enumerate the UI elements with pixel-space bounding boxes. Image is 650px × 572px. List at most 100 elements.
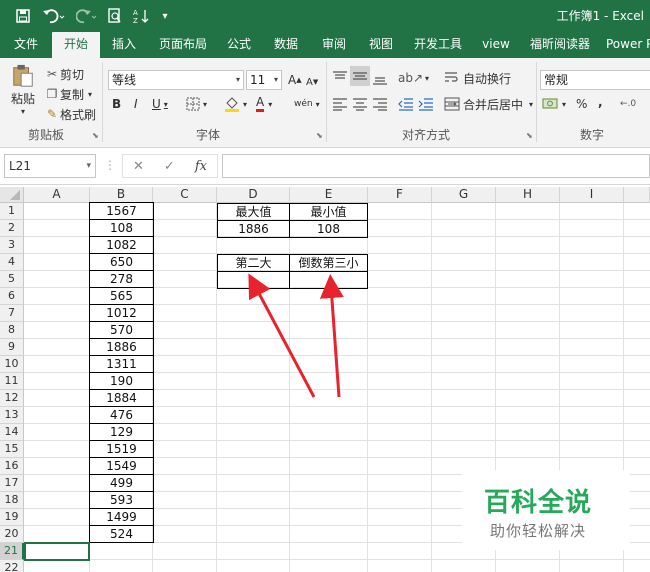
row-header-3[interactable]: 3 xyxy=(0,237,24,254)
align-bottom-button[interactable] xyxy=(372,68,388,88)
number-format-select[interactable]: 常规 xyxy=(540,70,650,90)
data-cell-b13[interactable]: 476 xyxy=(89,406,154,424)
row-header-8[interactable]: 8 xyxy=(0,322,24,339)
fill-color-button[interactable]: ▾ xyxy=(224,94,247,114)
row-header-7[interactable]: 7 xyxy=(0,305,24,322)
row-header-9[interactable]: 9 xyxy=(0,339,24,356)
row-header-16[interactable]: 16 xyxy=(0,458,24,475)
cancel-icon[interactable]: ✕ xyxy=(133,159,144,174)
tab-foxit-reader[interactable]: 福昕阅读器 xyxy=(524,32,596,58)
data-cell-b6[interactable]: 565 xyxy=(89,287,154,305)
tab-view[interactable]: 视图 xyxy=(362,32,400,58)
column-header-g[interactable]: G xyxy=(432,187,496,203)
max-label-cell[interactable]: 最大值 xyxy=(217,203,290,221)
row-header-22[interactable]: 22 xyxy=(0,560,24,572)
customize-icon[interactable]: ▾ xyxy=(158,6,172,26)
align-top-button[interactable] xyxy=(332,68,348,88)
row-header-2[interactable]: 2 xyxy=(0,220,24,237)
data-cell-b17[interactable]: 499 xyxy=(89,474,154,492)
third-smallest-value-cell[interactable] xyxy=(289,271,368,289)
increase-font-size-button[interactable]: A ▲ xyxy=(288,70,302,90)
alignment-launcher-icon[interactable]: ⬊ xyxy=(526,131,533,140)
align-center-button[interactable] xyxy=(352,94,368,114)
font-size-select[interactable]: 11 ▾ xyxy=(246,70,282,90)
column-header-partial[interactable] xyxy=(624,187,650,203)
max-value-cell[interactable]: 1886 xyxy=(217,220,290,238)
data-cell-b11[interactable]: 190 xyxy=(89,372,154,390)
name-box[interactable]: L21 ▾ xyxy=(4,154,96,178)
cut-button[interactable]: ✂ 剪切 xyxy=(44,64,84,84)
data-cell-b7[interactable]: 1012 xyxy=(89,304,154,322)
third-smallest-label-cell[interactable]: 倒数第三小 xyxy=(289,254,368,272)
data-cell-b10[interactable]: 1311 xyxy=(89,355,154,373)
data-cell-b4[interactable]: 650 xyxy=(89,253,154,271)
column-header-e[interactable]: E xyxy=(290,187,368,203)
tab-page-layout[interactable]: 页面布局 xyxy=(152,32,214,58)
data-cell-b16[interactable]: 1549 xyxy=(89,457,154,475)
row-header-20[interactable]: 20 xyxy=(0,526,24,543)
tab-power-pivot[interactable]: Power P xyxy=(606,32,650,58)
print-preview-icon[interactable] xyxy=(106,6,124,26)
column-header-d[interactable]: D xyxy=(217,187,290,203)
data-cell-b12[interactable]: 1884 xyxy=(89,389,154,407)
column-header-b[interactable]: B xyxy=(90,187,153,203)
comma-style-button[interactable]: , xyxy=(598,92,603,112)
tab-view-en[interactable]: view xyxy=(478,32,514,58)
row-header-12[interactable]: 12 xyxy=(0,390,24,407)
font-name-select[interactable]: 等线 ▾ xyxy=(108,70,244,90)
borders-button[interactable]: ▾ xyxy=(186,94,207,114)
data-cell-b5[interactable]: 278 xyxy=(89,270,154,288)
data-cell-b2[interactable]: 108 xyxy=(89,219,154,237)
tab-home[interactable]: 开始 xyxy=(52,32,100,58)
column-header-i[interactable]: I xyxy=(560,187,624,203)
row-header-17[interactable]: 17 xyxy=(0,475,24,492)
align-middle-button[interactable] xyxy=(350,66,370,86)
bold-button[interactable]: B xyxy=(112,94,121,114)
tab-developer[interactable]: 开发工具 xyxy=(410,32,466,58)
row-header-10[interactable]: 10 xyxy=(0,356,24,373)
min-label-cell[interactable]: 最小值 xyxy=(289,203,368,221)
insert-function-icon[interactable]: fx xyxy=(195,159,207,174)
paste-button[interactable]: 粘贴 ▾ xyxy=(8,64,38,116)
data-cell-b14[interactable]: 129 xyxy=(89,423,154,441)
select-all-corner[interactable] xyxy=(0,187,24,203)
wrap-text-button[interactable]: 自动换行 xyxy=(444,68,511,88)
row-header-14[interactable]: 14 xyxy=(0,424,24,441)
row-header-11[interactable]: 11 xyxy=(0,373,24,390)
data-cell-b15[interactable]: 1519 xyxy=(89,440,154,458)
italic-button[interactable]: I xyxy=(134,94,138,114)
data-cell-b8[interactable]: 570 xyxy=(89,321,154,339)
data-cell-b9[interactable]: 1886 xyxy=(89,338,154,356)
active-cell-highlight[interactable] xyxy=(24,542,90,561)
merge-center-button[interactable]: 合并后居中 ▾ xyxy=(444,94,533,114)
sort-icon[interactable]: AZ xyxy=(132,6,150,26)
align-left-button[interactable] xyxy=(332,94,348,114)
column-header-a[interactable]: A xyxy=(24,187,90,203)
row-header-1[interactable]: 1 xyxy=(0,203,24,220)
row-header-19[interactable]: 19 xyxy=(0,509,24,526)
min-value-cell[interactable]: 108 xyxy=(289,220,368,238)
row-header-21[interactable]: 21 xyxy=(0,543,24,560)
percent-style-button[interactable]: % xyxy=(576,94,587,114)
enter-icon[interactable]: ✓ xyxy=(164,159,175,174)
undo-icon[interactable] xyxy=(40,6,68,26)
name-box-dropdown-icon[interactable]: ▾ xyxy=(86,155,91,177)
decrease-indent-button[interactable] xyxy=(398,94,414,114)
copy-button[interactable]: ❐ 复制 ▾ xyxy=(44,84,92,104)
format-painter-button[interactable]: ✎ 格式刷 xyxy=(44,104,96,124)
dialog-launcher-icon[interactable]: ⬊ xyxy=(92,131,99,140)
data-cell-b1[interactable]: 1567 xyxy=(89,202,154,220)
data-cell-b3[interactable]: 1082 xyxy=(89,236,154,254)
column-header-c[interactable]: C xyxy=(153,187,217,203)
row-header-4[interactable]: 4 xyxy=(0,254,24,271)
increase-decimal-icon[interactable]: ←.0 xyxy=(620,94,636,114)
save-icon[interactable] xyxy=(14,6,32,26)
orientation-button[interactable]: ab↗ ▾ xyxy=(398,68,429,88)
font-color-button[interactable]: A ▾ xyxy=(256,94,272,114)
redo-icon[interactable] xyxy=(74,6,100,26)
phonetic-guide-button[interactable]: wén ▾ xyxy=(294,94,320,114)
tab-review[interactable]: 审阅 xyxy=(314,32,354,58)
row-header-5[interactable]: 5 xyxy=(0,271,24,288)
row-header-6[interactable]: 6 xyxy=(0,288,24,305)
tab-insert[interactable]: 插入 xyxy=(104,32,144,58)
